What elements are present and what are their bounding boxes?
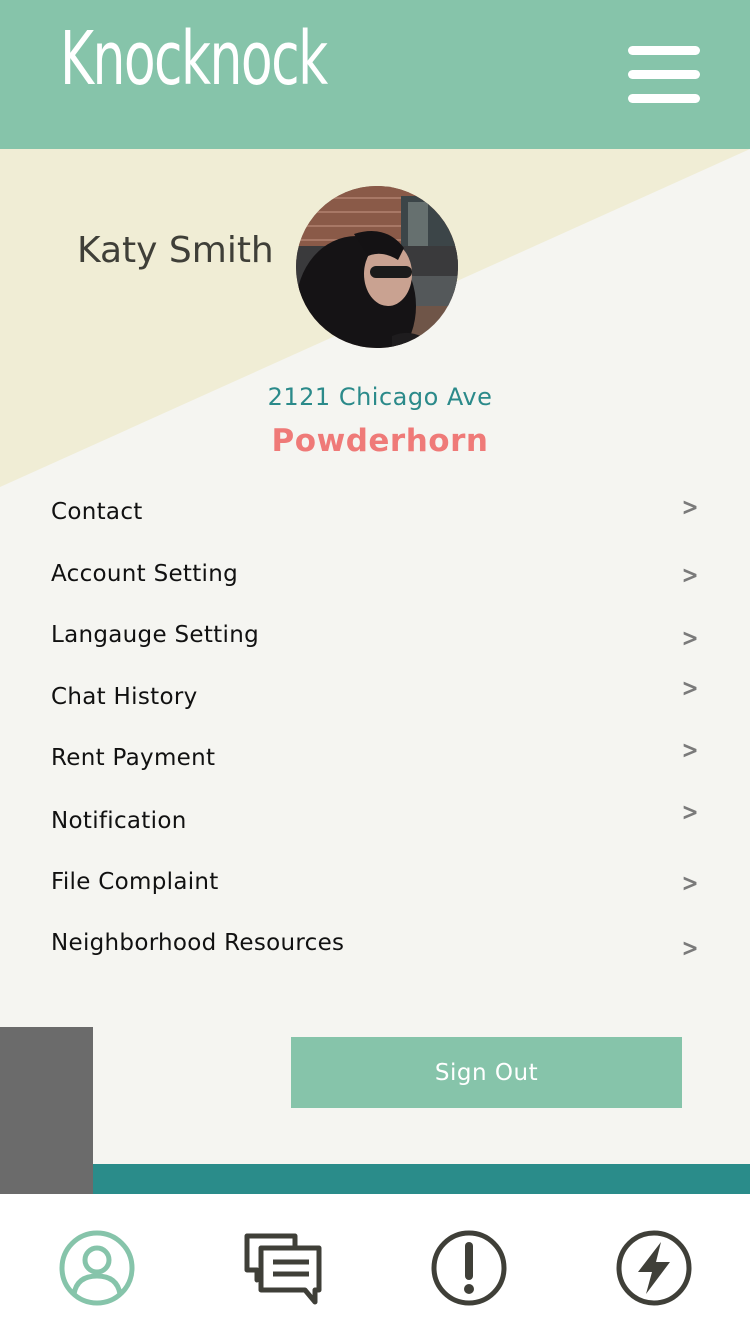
chevron-right-icon: >: [681, 934, 699, 962]
alert-icon: [431, 1230, 507, 1306]
menu-item-notification[interactable]: Notification >: [0, 798, 750, 848]
lightning-icon: [616, 1230, 692, 1306]
chevron-right-icon: >: [681, 736, 699, 764]
chevron-right-icon: >: [681, 798, 699, 826]
chevron-right-icon: >: [681, 674, 699, 702]
profile-address: 2121 Chicago Ave: [267, 383, 493, 411]
chevron-right-icon: >: [681, 561, 699, 589]
chevron-right-icon: >: [681, 624, 699, 652]
menu-item-label: Contact: [51, 499, 143, 525]
menu-item-label: Rent Payment: [51, 745, 216, 771]
avatar-photo: [296, 186, 458, 348]
chat-icon: [244, 1233, 322, 1305]
menu-item-chat-history[interactable]: Chat History >: [0, 674, 750, 724]
app-header: Knocknock: [0, 0, 750, 149]
menu-line: [628, 94, 700, 103]
chevron-right-icon: >: [681, 869, 699, 897]
app-logo: Knocknock: [60, 16, 328, 102]
tab-alerts[interactable]: [429, 1228, 509, 1308]
menu-item-file-complaint[interactable]: File Complaint >: [0, 863, 750, 909]
menu-item-label: Neighborhood Resources: [51, 930, 345, 956]
menu-item-label: Notification: [51, 808, 187, 834]
menu-item-neighborhood-resources[interactable]: Neighborhood Resources >: [0, 924, 750, 970]
menu-item-language-setting[interactable]: Langauge Setting >: [0, 616, 750, 662]
profile-neighborhood: Powderhorn: [271, 423, 489, 459]
menu-item-label: Account Setting: [51, 561, 239, 587]
hamburger-menu-icon[interactable]: [628, 46, 700, 104]
menu-item-rent-payment[interactable]: Rent Payment >: [0, 736, 750, 785]
bottom-tab-bar: [0, 1194, 750, 1334]
sign-out-button[interactable]: Sign Out: [291, 1037, 682, 1108]
menu-item-label: Chat History: [51, 684, 198, 710]
menu-item-label: Langauge Setting: [51, 622, 259, 648]
menu-item-label: File Complaint: [51, 869, 219, 895]
menu-line: [628, 46, 700, 55]
gray-decorative-block: [0, 1027, 93, 1194]
profile-icon: [59, 1230, 135, 1306]
chevron-right-icon: >: [681, 493, 699, 521]
teal-divider-bar: [93, 1164, 750, 1194]
tab-chat[interactable]: [243, 1228, 323, 1308]
menu-line: [628, 70, 700, 79]
profile-name: Katy Smith: [77, 230, 274, 271]
menu-item-account-setting[interactable]: Account Setting >: [0, 555, 750, 601]
tab-profile[interactable]: [57, 1228, 137, 1308]
menu-item-contact[interactable]: Contact >: [0, 493, 750, 539]
avatar[interactable]: [296, 186, 458, 348]
tab-quick-actions[interactable]: [614, 1228, 694, 1308]
